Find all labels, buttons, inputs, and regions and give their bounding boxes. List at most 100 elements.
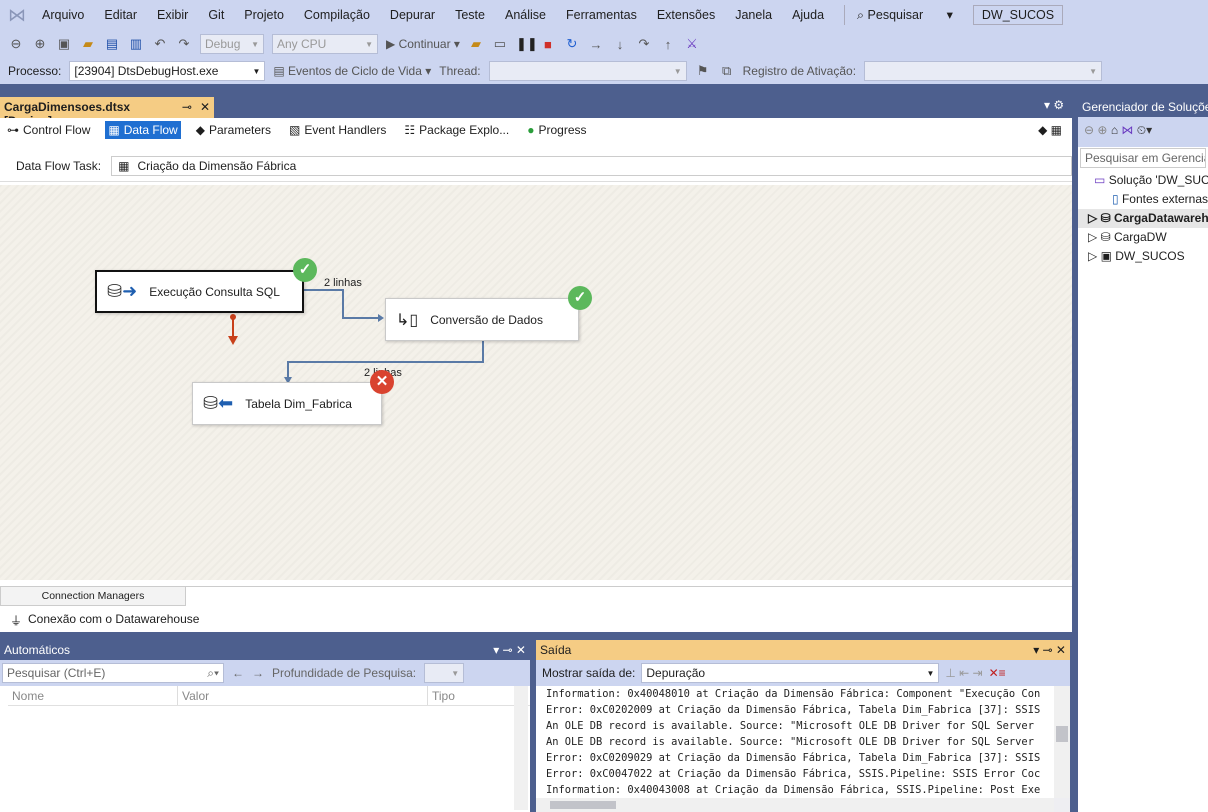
forward-icon[interactable]: ⊕ [32, 36, 48, 52]
restart-icon[interactable]: ↻ [564, 36, 580, 52]
continue-button[interactable]: ▶ Continuar ▾ [386, 37, 460, 51]
connection-item[interactable]: ⏚ Conexão com o Datawarehouse [0, 606, 1072, 635]
window-icon[interactable]: ▭ [492, 36, 508, 52]
row-count-label: 2 linhas [324, 277, 362, 289]
tab-overflow-icon[interactable]: ▾ ⚙ [1044, 98, 1064, 112]
task-select[interactable]: ▦ Criação da Dimensão Fábrica [111, 155, 1072, 176]
divider [844, 5, 846, 25]
find-icon[interactable]: ▰ [468, 36, 484, 52]
diagnostic-icon[interactable]: ⚔ [684, 36, 700, 52]
back-icon[interactable]: ← [232, 666, 244, 680]
menu-extensoes[interactable]: Extensões [657, 8, 715, 22]
solution-tree: ▭ Solução 'DW_SUCOS' ▯ Fontes externas ▷… [1078, 169, 1208, 266]
show-output-label: Mostrar saída de: [542, 666, 636, 680]
step-out-icon[interactable]: ↑ [660, 37, 676, 52]
platform-select[interactable]: Any CPU ▼ [272, 34, 378, 54]
node-source[interactable]: ⛁➜ Execução Consulta SQL [95, 270, 304, 313]
menu-ferramentas[interactable]: Ferramentas [566, 8, 637, 22]
activation-select[interactable]: ▼ [864, 61, 1103, 81]
back-icon[interactable]: ⊖ [1084, 123, 1094, 137]
goto-icon[interactable]: ⊥ ⇤ ⇥ [945, 666, 982, 680]
menu-git[interactable]: Git [208, 8, 224, 22]
tab-control-flow[interactable]: ⊶ Control Flow [4, 121, 93, 139]
autos-scrollbar[interactable] [514, 686, 528, 810]
tree-item-cargadatawarehouse[interactable]: ▷ ⛁ CargaDatawarehouse [1078, 209, 1208, 228]
tab-parameters[interactable]: ◆ Parameters [193, 121, 274, 139]
convert-icon: ↳▯ [396, 311, 419, 329]
output-source-select[interactable]: Depuração ▼ [641, 663, 940, 683]
column-valor[interactable]: Valor [178, 686, 428, 705]
data-flow-canvas[interactable]: ⛁➜ Execução Consulta SQL ✓ 2 linhas ↳▯ C… [0, 185, 1072, 580]
panel-controls[interactable]: ▾ ⊸ ✕ [1033, 643, 1066, 657]
package-explorer-icon: ☷ [404, 123, 416, 137]
menu-depurar[interactable]: Depurar [390, 8, 435, 22]
back-icon[interactable]: ⊖ [8, 36, 24, 52]
pin-icon[interactable]: ⊸ [182, 100, 192, 115]
process-label: Processo: [8, 64, 62, 78]
menu-bar: ⋈ Arquivo Editar Exibir Git Projeto Comp… [0, 0, 1208, 30]
stop-icon[interactable]: ■ [540, 37, 556, 52]
task-label: Data Flow Task: [16, 158, 102, 173]
history-icon[interactable]: ⏲▾ [1137, 123, 1152, 137]
home-icon[interactable]: ⌂ [1111, 123, 1118, 137]
solution-search-input[interactable]: Pesquisar em Gerenciador [1080, 148, 1206, 168]
process-select[interactable]: [23904] DtsDebugHost.exe ▼ [69, 61, 266, 81]
forward-icon[interactable]: ⊕ [1097, 123, 1107, 137]
document-tab[interactable]: CargaDimensoes.dtsx [Design] ⊸ ✕ [0, 97, 214, 128]
output-text[interactable]: Information: 0x40048010 at Criação da Di… [536, 686, 1054, 798]
column-tipo[interactable]: Tipo [428, 686, 455, 705]
node-convert[interactable]: ↳▯ Conversão de Dados [385, 298, 579, 341]
output-horizontal-scrollbar[interactable] [536, 798, 1054, 812]
flag-icon[interactable]: ⚑ [695, 63, 711, 79]
output-vertical-scrollbar[interactable] [1054, 686, 1070, 798]
step-over-icon[interactable]: → [588, 37, 604, 52]
close-tab-icon[interactable]: ✕ [200, 100, 210, 115]
new-project-icon[interactable]: ▣ [56, 36, 72, 52]
tree-item-dw-sucos[interactable]: ▷ ▣ DW_SUCOS [1078, 247, 1208, 266]
tree-item-external-sources[interactable]: ▯ Fontes externas [1078, 190, 1208, 209]
autos-panel: Automáticos ▾ ⊸ ✕ Pesquisar (Ctrl+E) ⌕▾ ←… [0, 640, 530, 812]
undo-icon[interactable]: ↶ [152, 36, 168, 52]
tab-data-flow[interactable]: ▦ Data Flow [105, 121, 181, 139]
menu-exibir[interactable]: Exibir [157, 8, 188, 22]
column-nome[interactable]: Nome [8, 686, 178, 705]
save-all-icon[interactable]: ▥ [128, 36, 144, 52]
output-panel: Saída ▾ ⊸ ✕ Mostrar saída de: Depuração ▼… [536, 640, 1070, 812]
tab-progress[interactable]: ● Progress [524, 121, 589, 139]
thread-select[interactable]: ▼ [488, 61, 687, 81]
depth-select[interactable]: ▼ [424, 663, 465, 683]
menu-editar[interactable]: Editar [104, 8, 137, 22]
menu-janela[interactable]: Janela [735, 8, 772, 22]
solution-icon: ▭ [1094, 173, 1106, 187]
node-destination[interactable]: ⛁⬅ Tabela Dim_Fabrica [192, 382, 382, 425]
redo-icon[interactable]: ↷ [176, 36, 192, 52]
panel-controls[interactable]: ▾ ⊸ ✕ [493, 643, 526, 657]
config-select[interactable]: Debug ▼ [200, 34, 264, 54]
menu-projeto[interactable]: Projeto [244, 8, 284, 22]
pause-icon[interactable]: ❚❚ [516, 36, 538, 52]
clear-all-icon[interactable]: ✕≡ [989, 666, 1006, 680]
tree-item-cargadw[interactable]: ▷ ⛁ CargaDW [1078, 228, 1208, 247]
lifecycle-button[interactable]: ▤ Eventos de Ciclo de Vida ▾ [273, 64, 431, 78]
forward-icon[interactable]: → [252, 666, 264, 680]
tree-item-solution[interactable]: ▭ Solução 'DW_SUCOS' [1078, 171, 1208, 190]
step-into-icon[interactable]: ↓ [612, 37, 628, 52]
tab-package-explorer[interactable]: ☷ Package Explo... [401, 121, 512, 139]
menu-ajuda[interactable]: Ajuda [792, 8, 824, 22]
connection-managers: Connection Managers ⏚ Conexão com o Dataw… [0, 586, 1072, 632]
search-button[interactable]: ⌕ Pesquisar ▾ [857, 7, 953, 23]
tab-label: Data Flow [123, 123, 178, 137]
menu-compilacao[interactable]: Compilação [304, 8, 370, 22]
switch-views-icon[interactable]: ⋈ [1121, 123, 1133, 137]
open-icon[interactable]: ▰ [80, 36, 96, 52]
tab-event-handlers[interactable]: ▧ Event Handlers [286, 121, 389, 139]
menu-analise[interactable]: Análise [505, 8, 546, 22]
step-back-icon[interactable]: ↷ [636, 36, 652, 52]
autos-search-input[interactable]: Pesquisar (Ctrl+E) ⌕▾ [2, 663, 224, 683]
threads-icon[interactable]: ⧉ [719, 63, 735, 79]
designer-tools-icon[interactable]: ◆ ▦ [1038, 123, 1062, 137]
task-selector-row: Data Flow Task: ▦ Criação da Dimensão Fáb… [0, 150, 1072, 182]
menu-arquivo[interactable]: Arquivo [42, 8, 84, 22]
menu-teste[interactable]: Teste [455, 8, 485, 22]
save-icon[interactable]: ▤ [104, 36, 120, 52]
